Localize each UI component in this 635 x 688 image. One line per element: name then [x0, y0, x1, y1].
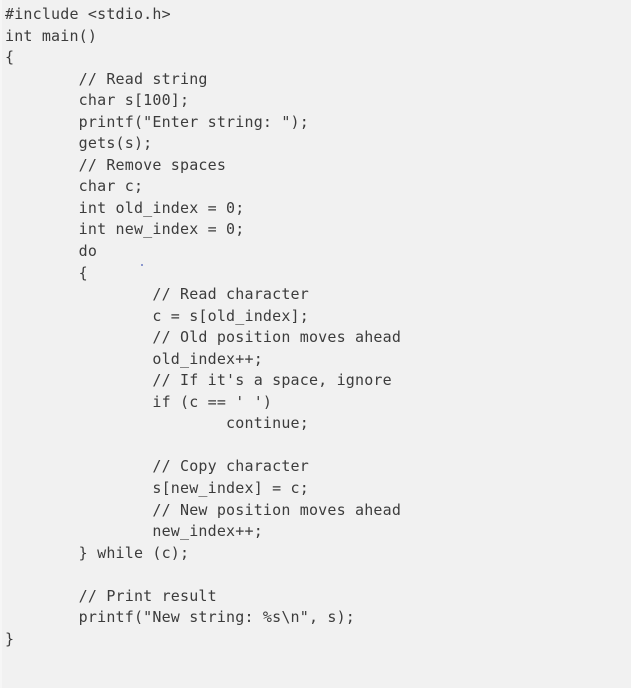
- code-line: int main(): [5, 26, 98, 45]
- code-line: // Copy character: [152, 457, 309, 476]
- stray-dot-artifact: [141, 264, 143, 266]
- code-line: }: [5, 629, 15, 648]
- code-line: if (c == ' '): [152, 392, 273, 411]
- code-line: s[new_index] = c;: [152, 479, 309, 498]
- code-line: #include <stdio.h>: [5, 5, 171, 23]
- code-line: new_index++;: [152, 522, 263, 541]
- code-line: gets(s);: [78, 134, 153, 153]
- code-line: int new_index = 0;: [78, 220, 245, 239]
- right-edge-strip: [631, 0, 635, 688]
- code-line: continue;: [226, 414, 309, 433]
- code-line: } while (c);: [78, 543, 190, 562]
- code-line: {: [78, 263, 88, 282]
- code-line: old_index++;: [152, 349, 263, 368]
- code-line: c = s[old_index];: [152, 306, 309, 325]
- code-line: // Print result: [78, 586, 217, 605]
- code-line: // Read character: [152, 285, 309, 304]
- code-line: {: [5, 48, 15, 67]
- code-line: do: [78, 242, 98, 261]
- code-line: int old_index = 0;: [78, 198, 245, 217]
- code-line: // Old position moves ahead: [152, 328, 402, 347]
- code-line: // If it's a space, ignore: [152, 371, 392, 390]
- code-snippet-viewport: #include <stdio.h> int main() { // Read …: [0, 0, 635, 688]
- code-block[interactable]: #include <stdio.h> int main() { // Read …: [0, 0, 401, 650]
- code-line: // New position moves ahead: [152, 500, 402, 519]
- code-line: printf("Enter string: ");: [78, 112, 309, 131]
- code-line: char s[100];: [78, 91, 190, 110]
- code-line: // Read string: [78, 69, 208, 88]
- code-line: char c;: [78, 177, 144, 196]
- code-line: printf("New string: %s\n", s);: [78, 608, 356, 627]
- code-line: // Remove spaces: [78, 155, 227, 174]
